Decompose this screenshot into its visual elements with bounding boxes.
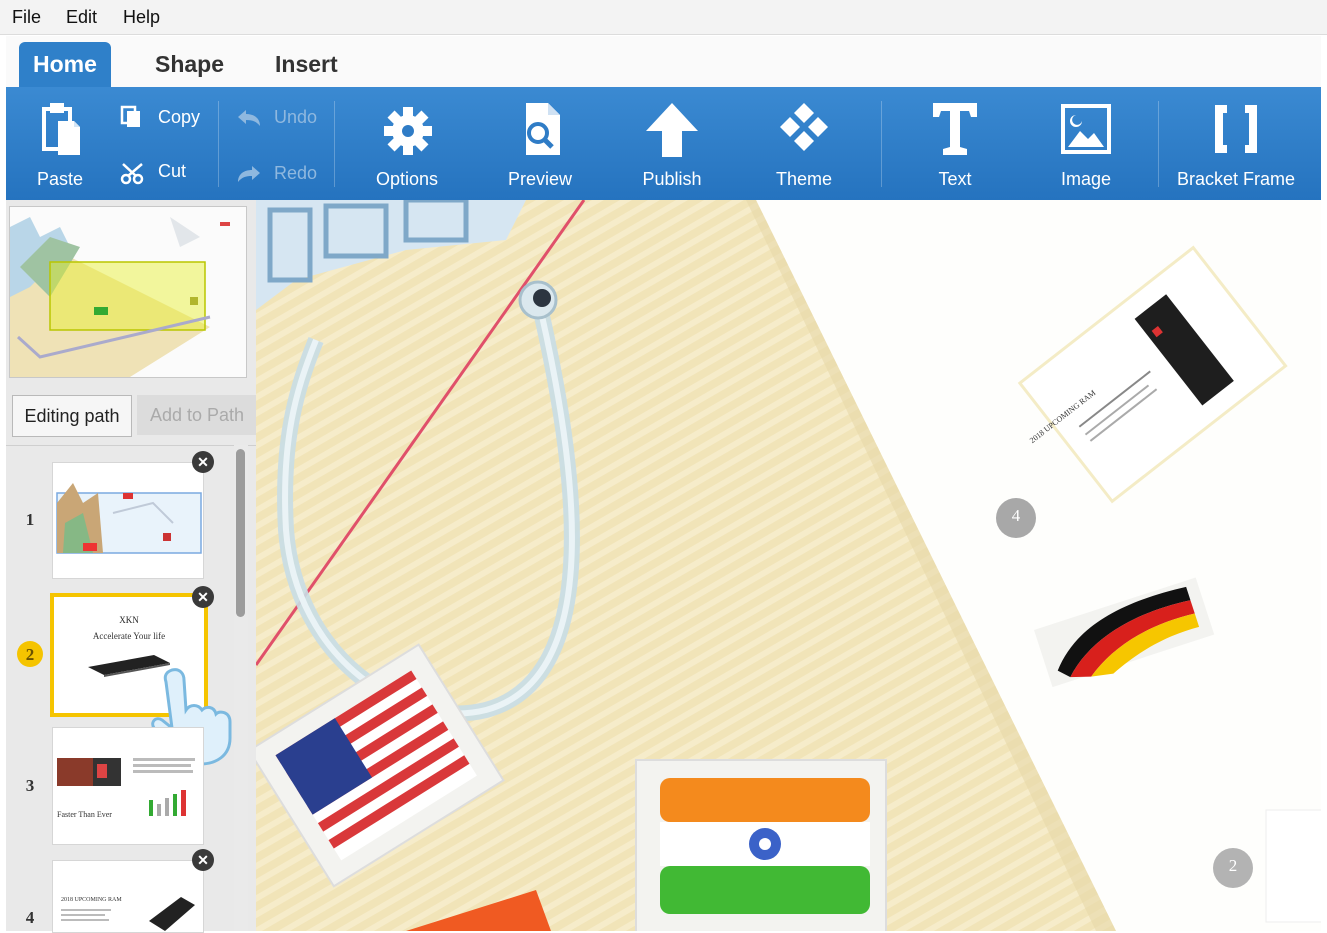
slide-number: 1 — [25, 510, 35, 529]
slides-panel: Editing path Add to Path 1 ✕ 2 XKN Accel… — [6, 200, 257, 933]
window-edge — [1321, 36, 1327, 931]
slide-4-preview — [61, 897, 195, 931]
panel-divider — [6, 445, 256, 446]
delete-slide-4-icon[interactable]: ✕ — [192, 849, 214, 871]
slide-number: 4 — [25, 908, 35, 927]
editing-path-button[interactable]: Editing path — [12, 395, 132, 437]
theme-label: Theme — [775, 169, 833, 189]
ribbon-divider — [1158, 101, 1159, 187]
preview-button[interactable]: Preview — [494, 87, 586, 200]
preview-icon — [526, 103, 560, 155]
menu-edit[interactable]: Edit — [66, 7, 97, 28]
image-label: Image — [1060, 169, 1112, 189]
scrollbar-thumb[interactable] — [236, 449, 245, 617]
path-marker-4[interactable]: 4 — [1004, 506, 1028, 526]
ribbon-divider — [218, 101, 219, 187]
options-button[interactable]: Options — [361, 87, 453, 200]
gear-icon — [384, 107, 432, 155]
publish-button[interactable]: Publish — [626, 87, 718, 200]
tab-shape[interactable]: Shape — [141, 42, 238, 87]
slide-thumbnail-1[interactable] — [52, 462, 204, 579]
tab-insert[interactable]: Insert — [261, 42, 352, 87]
ribbon-toolbar: Paste Copy Cut Undo Redo Options Preview… — [6, 87, 1321, 200]
bracket-frame-button[interactable]: Bracket Frame — [1171, 87, 1301, 200]
slide-number: 3 — [25, 776, 35, 795]
redo-button[interactable]: Redo — [236, 163, 326, 187]
slide-1-preview — [53, 463, 203, 578]
tab-home[interactable]: Home — [19, 42, 111, 87]
image-button[interactable]: Image — [1040, 87, 1132, 200]
menu-help[interactable]: Help — [123, 7, 160, 28]
copy-button[interactable]: Copy — [120, 105, 210, 131]
slide-3-preview — [53, 728, 203, 844]
bracket-icon — [1215, 105, 1257, 153]
slide-3-caption: Faster Than Ever — [57, 810, 112, 819]
options-label: Options — [375, 169, 439, 189]
paste-label: Paste — [36, 169, 84, 189]
undo-icon — [238, 110, 260, 126]
overview-map[interactable] — [9, 206, 247, 378]
add-to-path-button[interactable]: Add to Path — [137, 395, 257, 435]
slide-2-subtitle: Accelerate Your life — [92, 631, 166, 641]
copy-label: Copy — [158, 107, 201, 127]
undo-label: Undo — [274, 107, 318, 127]
overview-preview — [10, 207, 246, 377]
undo-button[interactable]: Undo — [236, 107, 326, 131]
text-label: Text — [938, 169, 972, 189]
ribbon-tabs: Home Shape Insert — [6, 36, 1321, 88]
preview-label: Preview — [507, 169, 573, 189]
delete-slide-2-icon[interactable]: ✕ — [192, 586, 214, 608]
theme-button[interactable]: Theme — [758, 87, 850, 200]
ribbon-divider — [881, 101, 882, 187]
redo-label: Redo — [274, 163, 318, 183]
image-icon — [1061, 104, 1111, 154]
menu-bar: File Edit Help — [0, 0, 1327, 35]
text-icon — [933, 103, 977, 155]
paste-icon — [42, 103, 80, 155]
path-marker-2[interactable]: 2 — [1221, 856, 1245, 876]
theme-icon — [780, 103, 828, 151]
canvas-artwork — [256, 200, 1321, 931]
cut-button[interactable]: Cut — [120, 161, 210, 187]
redo-icon — [238, 166, 260, 182]
text-button[interactable]: Text — [909, 87, 1001, 200]
ribbon-divider — [334, 101, 335, 187]
upload-arrow-icon — [646, 103, 698, 157]
cut-label: Cut — [158, 161, 187, 181]
copy-icon — [120, 105, 140, 127]
slide-number: 2 — [25, 645, 35, 664]
menu-file[interactable]: File — [12, 7, 41, 28]
slide-thumbnail-4[interactable]: 2018 UPCOMING RAM — [52, 860, 204, 933]
bracket-frame-label: Bracket Frame — [1176, 169, 1296, 189]
scissors-icon — [120, 163, 144, 185]
publish-label: Publish — [642, 169, 702, 189]
delete-slide-1-icon[interactable]: ✕ — [192, 451, 214, 473]
presentation-canvas[interactable]: 4 2 2018 UPCOMING RAM — [256, 200, 1321, 931]
slide-2-title: XKN — [119, 615, 139, 625]
slide-thumbnail-3[interactable]: Faster Than Ever — [52, 727, 204, 845]
paste-button[interactable]: Paste — [20, 87, 100, 200]
